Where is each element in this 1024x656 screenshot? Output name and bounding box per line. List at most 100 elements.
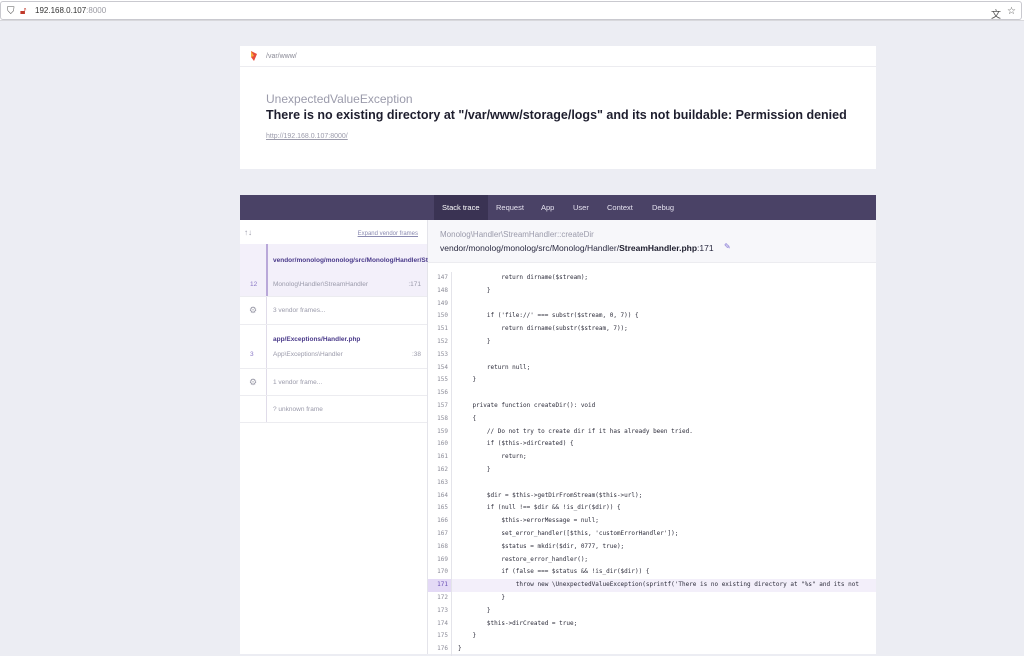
line-number[interactable]: 164	[428, 489, 452, 503]
line-number[interactable]: 160	[428, 438, 452, 452]
code-line[interactable]: 170 if (false === $status && !is_dir($di…	[428, 566, 876, 580]
tab-debug[interactable]: Debug	[652, 195, 674, 220]
line-number[interactable]: 163	[428, 476, 452, 490]
code-text: set_error_handler([$this, 'customErrorHa…	[458, 529, 679, 537]
frame-file: app/Exceptions/Handler.php	[273, 336, 361, 343]
line-number[interactable]: 166	[428, 515, 452, 528]
code-line[interactable]: 150 if ('file://' === substr($stream, 0,…	[428, 310, 876, 324]
code-line[interactable]: 171 throw new \UnexpectedValueException(…	[428, 579, 876, 592]
gear-icon: ⚙	[249, 377, 258, 387]
shield-icon[interactable]: ⛉	[7, 6, 15, 17]
frames-list: ↑↓ Expand vendor frames vendor/monolog/m…	[240, 220, 481, 654]
code-line[interactable]: 175 }	[428, 630, 876, 644]
insecure-lock-icon[interactable]: 🔓︎	[20, 6, 26, 17]
code-line[interactable]: 148 }	[428, 284, 876, 298]
code-line[interactable]: 169 restore_error_handler();	[428, 553, 876, 567]
code-text: return null;	[458, 363, 531, 371]
line-number[interactable]: 150	[428, 310, 452, 324]
code-line[interactable]: 167 set_error_handler([$this, 'customErr…	[428, 527, 876, 541]
line-number[interactable]: 154	[428, 361, 452, 375]
line-number[interactable]: 172	[428, 591, 452, 605]
collapsed-vendor-frames[interactable]: ⚙ 1 vendor frame...	[240, 369, 427, 396]
code-line[interactable]: 152 }	[428, 335, 876, 349]
line-number[interactable]: 152	[428, 335, 452, 349]
code-line[interactable]: 151 return dirname(substr($stream, 7));	[428, 323, 876, 336]
line-number[interactable]: 162	[428, 463, 452, 477]
code-text: }	[458, 593, 505, 601]
code-text: // Do not try to create dir if it has al…	[458, 427, 693, 435]
pencil-edit-icon[interactable]: ✎	[724, 242, 731, 251]
line-number[interactable]: 165	[428, 502, 452, 516]
frame-number: 12	[250, 281, 258, 288]
line-number[interactable]: 148	[428, 284, 452, 298]
frame-bar	[266, 244, 268, 296]
line-number[interactable]: 149	[428, 297, 452, 311]
line-number[interactable]: 174	[428, 617, 452, 631]
line-number[interactable]: 151	[428, 323, 452, 336]
line-number[interactable]: 168	[428, 540, 452, 554]
expand-vendor-frames-link[interactable]: Expand vendor frames	[358, 231, 418, 237]
code-line[interactable]: 162 }	[428, 463, 876, 477]
line-number[interactable]: 175	[428, 630, 452, 644]
code-line[interactable]: 154 return null;	[428, 361, 876, 375]
frame-bar	[266, 325, 267, 368]
code-text: return;	[458, 453, 527, 461]
code-line[interactable]: 153	[428, 348, 876, 362]
frame-class: Monolog\Handler\StreamHandler	[273, 281, 369, 288]
code-line[interactable]: 172 }	[428, 591, 876, 605]
code-text: {	[458, 414, 477, 422]
code-line[interactable]: 157 private function createDir(): void	[428, 399, 876, 413]
tab-app[interactable]: App	[541, 195, 554, 220]
code-line[interactable]: 166 $this->errorMessage = null;	[428, 515, 876, 528]
code-line[interactable]: 160 if ($this->dirCreated) {	[428, 438, 876, 452]
code-line[interactable]: 165 if (null !== $dir && !is_dir($dir)) …	[428, 502, 876, 516]
request-url-link[interactable]: http://192.168.0.107:8000/	[266, 133, 348, 140]
translate-icon[interactable]: 文	[991, 6, 1001, 21]
code-line[interactable]: 174 $this->dirCreated = true;	[428, 617, 876, 631]
line-number[interactable]: 161	[428, 451, 452, 464]
code-line[interactable]: 161 return;	[428, 451, 876, 464]
frame-bar	[266, 297, 267, 324]
frame-bar	[266, 396, 267, 422]
collapsed-vendor-frames[interactable]: ⚙ 3 vendor frames...	[240, 297, 427, 325]
bookmark-star-icon[interactable]: ☆	[1007, 6, 1016, 17]
frame-bar	[266, 369, 267, 395]
line-number[interactable]: 158	[428, 412, 452, 426]
code-text: return dirname(substr($stream, 7));	[458, 325, 628, 333]
url-text[interactable]: 192.168.0.107:8000	[35, 6, 106, 15]
code-text: if ('file://' === substr($stream, 0, 7))…	[458, 312, 639, 320]
code-text: private function createDir(): void	[458, 401, 596, 409]
code-text: }	[458, 337, 491, 345]
line-number[interactable]: 147	[428, 272, 452, 285]
tab-user[interactable]: User	[573, 195, 589, 220]
code-line[interactable]: 164 $dir = $this->getDirFromStream($this…	[428, 489, 876, 503]
address-bar[interactable]: ⛉ 🔓︎ 192.168.0.107:8000 文 ☆	[0, 1, 1022, 21]
code-line[interactable]: 149	[428, 297, 876, 311]
tab-stack-trace[interactable]: Stack trace	[434, 195, 488, 220]
line-number[interactable]: 157	[428, 399, 452, 413]
frame-item[interactable]: app/Exceptions/Handler.php 3 App\Excepti…	[240, 325, 427, 369]
code-line[interactable]: 158 {	[428, 412, 876, 426]
code-line[interactable]: 168 $status = mkdir($dir, 0777, true);	[428, 540, 876, 554]
code-text: return dirname($stream);	[458, 274, 589, 281]
code-line[interactable]: 163	[428, 476, 876, 490]
code-line[interactable]: 173 }	[428, 604, 876, 618]
line-number[interactable]: 173	[428, 604, 452, 618]
line-number[interactable]: 159	[428, 425, 452, 439]
line-number[interactable]: 171	[428, 579, 452, 592]
line-number[interactable]: 155	[428, 374, 452, 388]
line-number[interactable]: 169	[428, 553, 452, 567]
line-number[interactable]: 167	[428, 527, 452, 541]
code-line[interactable]: 155 }	[428, 374, 876, 388]
tab-request[interactable]: Request	[496, 195, 524, 220]
tab-context[interactable]: Context	[607, 195, 633, 220]
frame-item[interactable]: vendor/monolog/monolog/src/Monolog/Handl…	[240, 244, 481, 297]
code-line[interactable]: 147 return dirname($stream);	[428, 272, 876, 285]
code-line[interactable]: 156	[428, 387, 876, 400]
code-text: $this->errorMessage = null;	[458, 517, 599, 525]
line-number[interactable]: 153	[428, 348, 452, 362]
line-number[interactable]: 170	[428, 566, 452, 580]
line-number[interactable]: 156	[428, 387, 452, 400]
code-line[interactable]: 159 // Do not try to create dir if it ha…	[428, 425, 876, 439]
frame-nav-arrows-icon[interactable]: ↑↓	[244, 228, 252, 237]
